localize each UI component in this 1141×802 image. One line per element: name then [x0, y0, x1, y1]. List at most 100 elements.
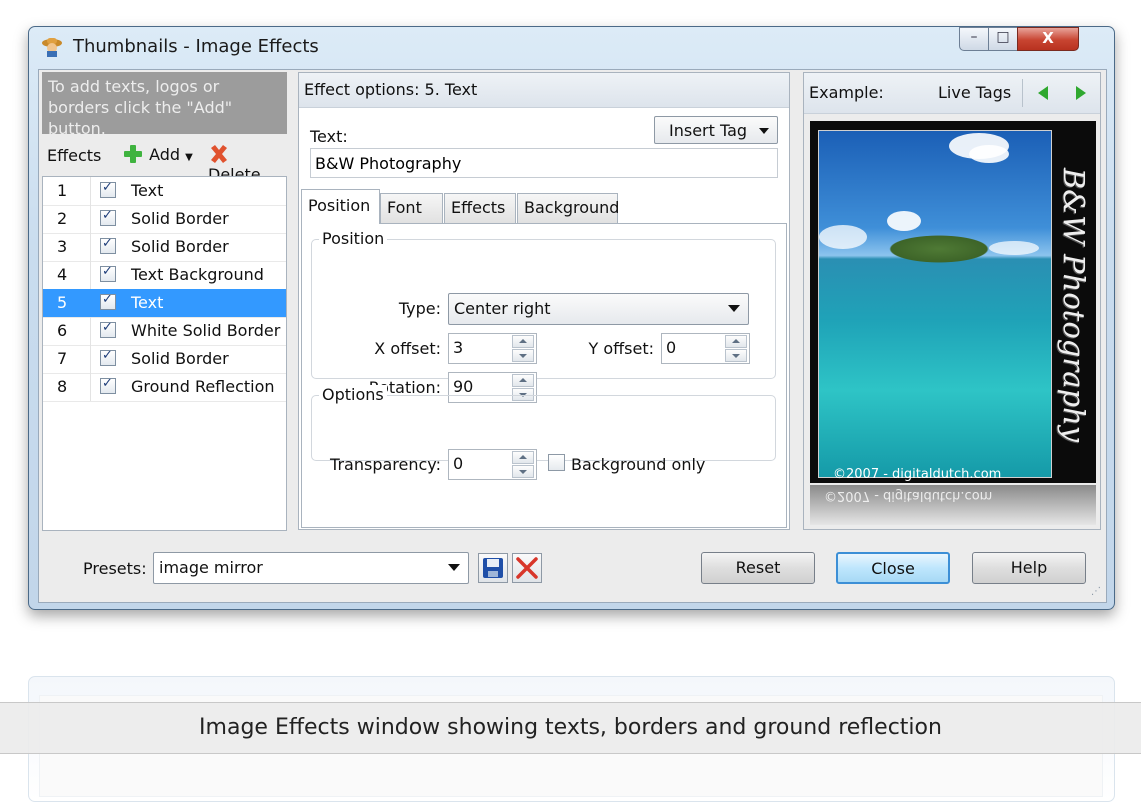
- item-checkbox[interactable]: [100, 236, 116, 254]
- x-offset-value: 3: [453, 338, 464, 357]
- list-item[interactable]: 8 Ground Reflection: [43, 373, 286, 402]
- cloud: [969, 145, 1009, 163]
- spin-down-icon[interactable]: [512, 465, 534, 478]
- item-number: 4: [57, 265, 68, 284]
- minimize-button[interactable]: –: [959, 27, 989, 51]
- close-window-button[interactable]: X: [1017, 27, 1079, 51]
- effect-options-panel: Effect options: 5. Text Text: Insert Tag…: [298, 72, 790, 530]
- add-instructions: To add texts, logos or borders click the…: [42, 72, 287, 138]
- item-checkbox[interactable]: [100, 348, 116, 366]
- x-offset-spinner[interactable]: 3: [448, 333, 537, 364]
- spin-up-icon[interactable]: [512, 451, 534, 464]
- item-number: 6: [57, 321, 68, 340]
- chevron-down-icon: [448, 564, 460, 571]
- item-number: 1: [57, 181, 68, 200]
- item-label: Solid Border: [131, 349, 229, 368]
- item-checkbox[interactable]: [100, 264, 116, 282]
- app-icon: [41, 35, 63, 57]
- item-checkbox[interactable]: [100, 180, 116, 198]
- effects-toolbar: Effects Add ▼ Delete: [42, 136, 287, 184]
- ground-reflection: ©2007 - digitaldutch.com: [810, 485, 1096, 525]
- item-label: Text Background: [131, 265, 264, 284]
- transparency-spinner[interactable]: 0: [448, 449, 537, 480]
- spin-up-icon[interactable]: [512, 374, 534, 387]
- delete-preset-button[interactable]: [512, 553, 542, 583]
- maximize-icon: □: [996, 29, 1010, 45]
- effect-options-header: Effect options: 5. Text: [299, 73, 789, 108]
- spin-up-icon[interactable]: [512, 335, 534, 348]
- tab-position[interactable]: Position: [301, 189, 380, 224]
- list-item[interactable]: 1 Text: [43, 177, 286, 206]
- item-label: Text: [131, 181, 164, 200]
- list-item[interactable]: 2 Solid Border: [43, 205, 286, 234]
- screenshot-caption: Image Effects window showing texts, bord…: [199, 715, 942, 740]
- reflected-copyright: ©2007 - digitaldutch.com: [824, 488, 993, 503]
- example-panel: Example: Live Tags ©2007 - digitaldutch.…: [803, 72, 1101, 530]
- add-effect-button[interactable]: Add ▼: [122, 143, 193, 165]
- list-item[interactable]: 6 White Solid Border: [43, 317, 286, 346]
- save-preset-button[interactable]: [478, 553, 508, 583]
- spin-down-icon[interactable]: [725, 349, 747, 362]
- item-number: 5: [57, 293, 68, 312]
- copyright-text: ©2007 - digitaldutch.com: [833, 467, 1002, 482]
- title-bar[interactable]: Thumbnails - Image Effects – □ X: [29, 27, 1114, 67]
- close-button[interactable]: Close: [836, 552, 950, 584]
- tab-font[interactable]: Font: [380, 193, 443, 223]
- maximize-button[interactable]: □: [988, 27, 1018, 51]
- caption-bar: Image Effects window showing texts, bord…: [0, 702, 1141, 754]
- rotated-overlay-text: B&W Photography: [1057, 167, 1091, 443]
- type-label: Type:: [398, 299, 441, 318]
- red-x-icon: [516, 557, 538, 579]
- tab-effects[interactable]: Effects: [444, 193, 516, 223]
- previous-arrow-icon[interactable]: [1036, 85, 1050, 105]
- cloud: [819, 225, 867, 249]
- list-item[interactable]: 7 Solid Border: [43, 345, 286, 374]
- type-dropdown[interactable]: Center right: [448, 293, 749, 325]
- toolbar-separator: [1022, 79, 1023, 107]
- item-checkbox[interactable]: [100, 208, 116, 226]
- list-item[interactable]: 4 Text Background: [43, 261, 286, 290]
- next-arrow-icon[interactable]: [1074, 85, 1088, 105]
- insert-tag-button[interactable]: Insert Tag: [654, 116, 778, 144]
- position-group-label: Position: [319, 229, 388, 248]
- live-tags-button[interactable]: Live Tags: [938, 83, 1011, 102]
- item-number: 8: [57, 377, 68, 396]
- effect-options-title: Effect options: 5. Text: [304, 80, 478, 99]
- item-number: 2: [57, 209, 68, 228]
- y-offset-label: Y offset:: [588, 339, 654, 358]
- tab-background[interactable]: Background: [517, 193, 619, 223]
- type-value: Center right: [454, 299, 551, 318]
- spin-down-icon[interactable]: [512, 349, 534, 362]
- effects-label: Effects: [47, 146, 102, 165]
- spin-up-icon[interactable]: [725, 335, 747, 348]
- client-area: To add texts, logos or borders click the…: [38, 69, 1107, 603]
- item-checkbox[interactable]: [100, 320, 116, 338]
- chevron-down-icon: [759, 128, 769, 134]
- insert-tag-label: Insert Tag: [669, 121, 748, 140]
- resize-grip-icon[interactable]: ⋰: [1091, 586, 1101, 597]
- list-item[interactable]: 3 Solid Border: [43, 233, 286, 262]
- effects-list[interactable]: 1 Text 2 Solid Border 3 Solid Border 4 T…: [42, 176, 287, 531]
- list-item-selected[interactable]: 5 Text: [43, 289, 286, 318]
- background-only-label: Background only: [571, 455, 706, 474]
- delete-x-icon: [211, 145, 227, 163]
- example-label: Example:: [809, 83, 884, 102]
- chevron-down-icon: [728, 305, 740, 312]
- y-offset-spinner[interactable]: 0: [661, 333, 750, 364]
- transparency-value: 0: [453, 454, 464, 473]
- item-checkbox[interactable]: [100, 292, 116, 310]
- presets-value: image mirror: [159, 558, 263, 577]
- presets-dropdown[interactable]: image mirror: [153, 552, 469, 584]
- help-button[interactable]: Help: [972, 552, 1086, 584]
- item-checkbox[interactable]: [100, 376, 116, 394]
- text-input[interactable]: [310, 148, 778, 178]
- background-only-checkbox[interactable]: [548, 454, 565, 471]
- plus-icon: [124, 145, 142, 163]
- image-effects-window: Thumbnails - Image Effects – □ X To add …: [28, 26, 1115, 610]
- chevron-down-icon: ▼: [185, 152, 193, 163]
- x-offset-label: X offset:: [374, 339, 441, 358]
- text-label: Text:: [310, 127, 348, 146]
- transparency-label: Transparency:: [330, 455, 441, 474]
- reset-button[interactable]: Reset: [701, 552, 815, 584]
- window-title: Thumbnails - Image Effects: [73, 36, 319, 57]
